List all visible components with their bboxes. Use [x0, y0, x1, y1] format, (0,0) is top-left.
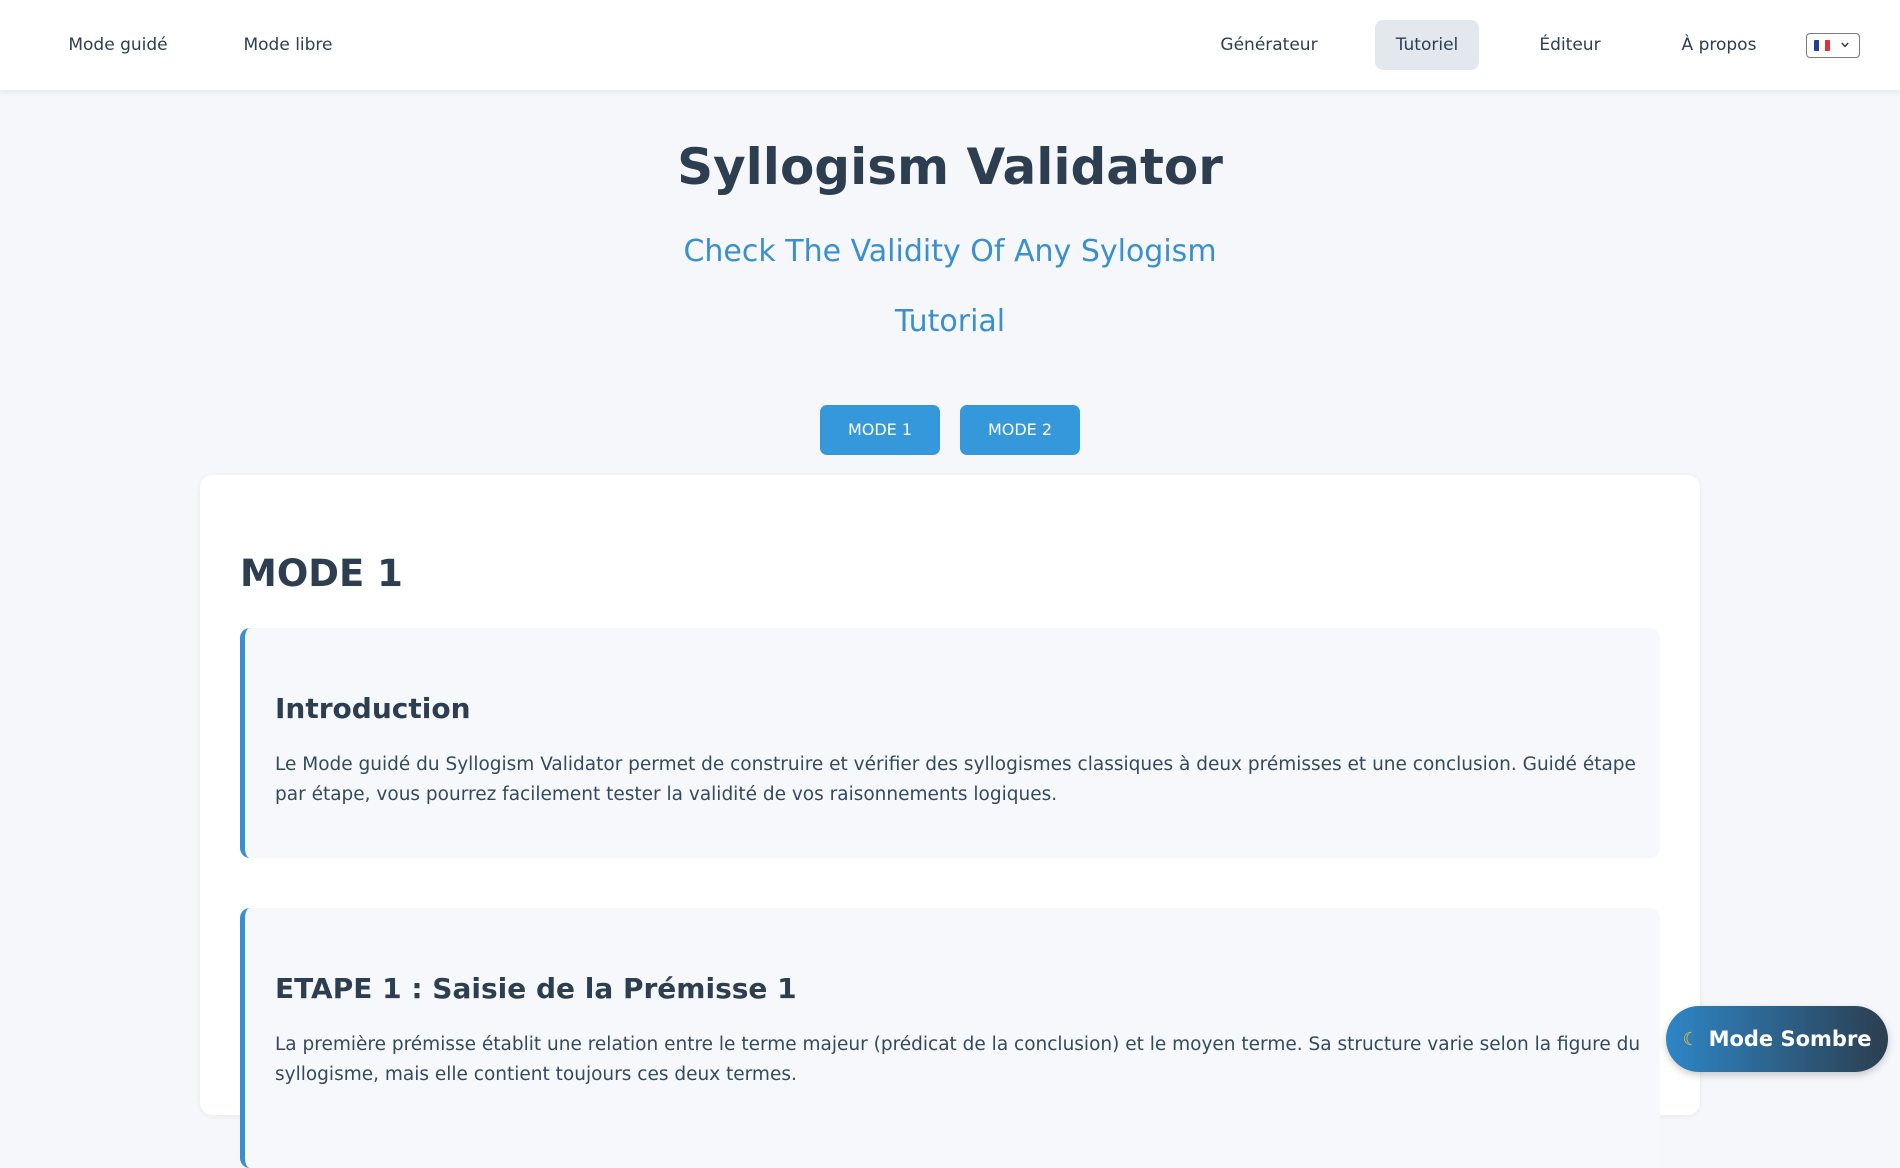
- top-navbar: Mode guidé Mode libre Générateur Tutorie…: [0, 0, 1900, 90]
- nav-editeur[interactable]: Éditeur: [1534, 20, 1606, 70]
- section-heading: Introduction: [275, 692, 471, 725]
- page-title: Syllogism Validator: [677, 138, 1223, 196]
- nav-a-propos[interactable]: À propos: [1678, 20, 1760, 70]
- nav-mode-libre[interactable]: Mode libre: [240, 20, 336, 70]
- nav-tutoriel[interactable]: Tutoriel: [1375, 20, 1479, 70]
- nav-mode-guide[interactable]: Mode guidé: [60, 20, 176, 70]
- moon-icon: ☾: [1682, 1028, 1699, 1050]
- dark-mode-toggle[interactable]: ☾ Mode Sombre: [1666, 1006, 1888, 1072]
- section-title: Tutorial: [894, 304, 1006, 339]
- nav-generateur[interactable]: Générateur: [1214, 20, 1324, 70]
- dark-mode-label: Mode Sombre: [1708, 1027, 1872, 1051]
- page-subtitle: Check The Validity Of Any Sylogism: [683, 234, 1217, 269]
- section-etape-1: ETAPE 1 : Saisie de la Prémisse 1 La pre…: [240, 908, 1660, 1168]
- mode-heading: MODE 1: [240, 552, 403, 595]
- language-select[interactable]: [1806, 33, 1860, 58]
- mode-1-button[interactable]: MODE 1: [820, 405, 940, 455]
- section-text: Le Mode guidé du Syllogism Validator per…: [275, 754, 1636, 805]
- fr-flag-icon: [1814, 40, 1830, 51]
- mode-2-button[interactable]: MODE 2: [960, 405, 1080, 455]
- section-heading: ETAPE 1 : Saisie de la Prémisse 1: [275, 972, 797, 1005]
- section-text: La première prémisse établit une relatio…: [275, 1034, 1641, 1085]
- section-introduction: Introduction Le Mode guidé du Syllogism …: [240, 628, 1660, 858]
- chevron-down-icon: [1841, 42, 1849, 48]
